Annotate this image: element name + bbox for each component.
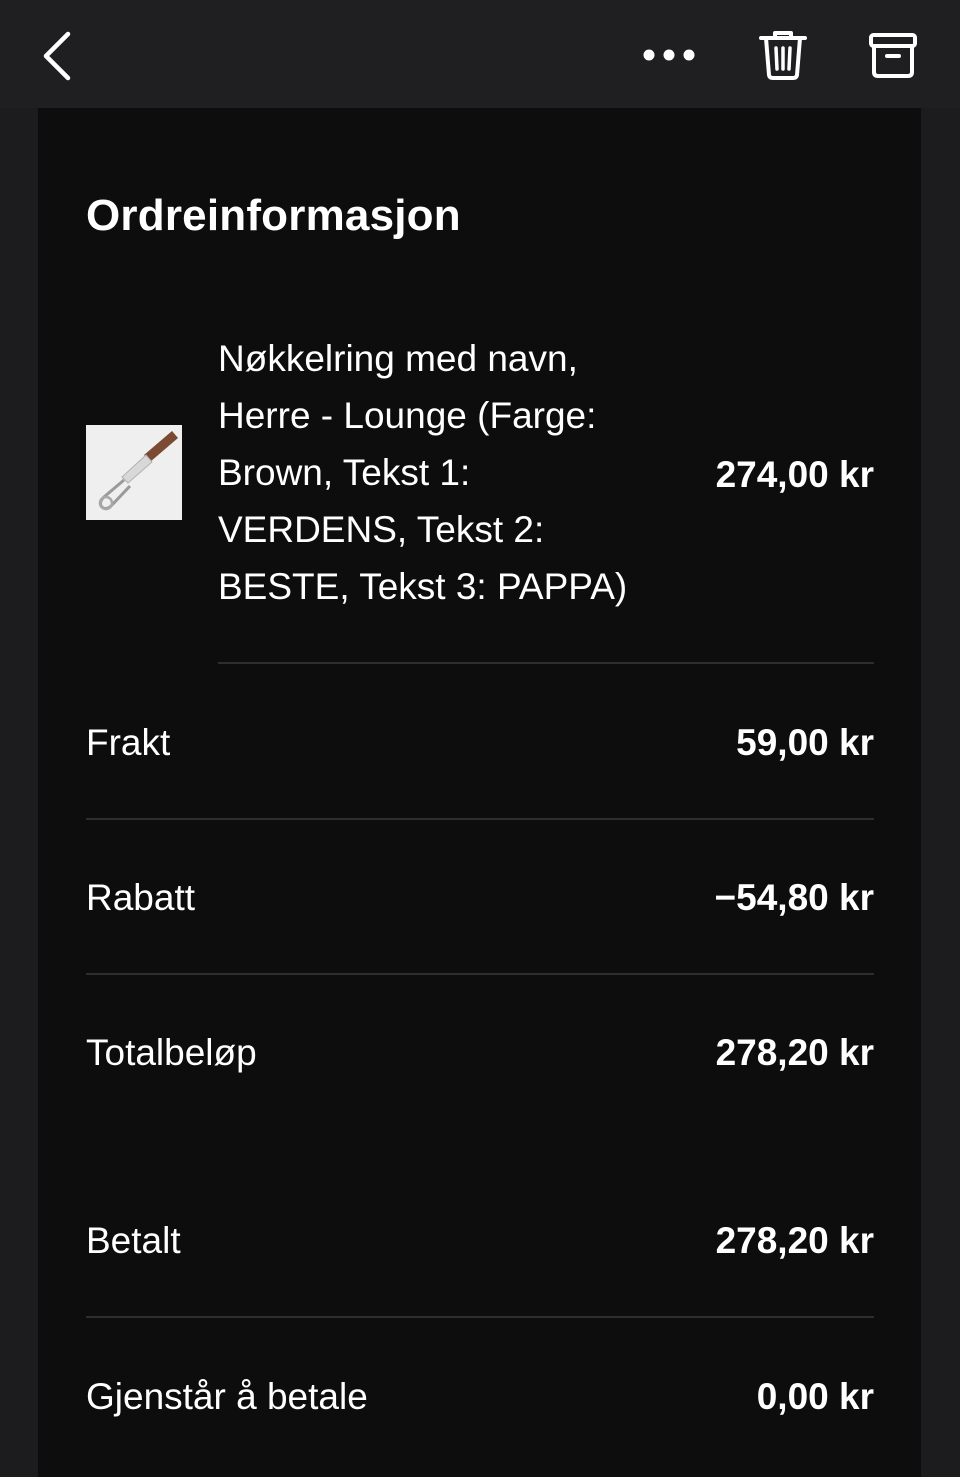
summary-row-paid: Betalt 278,20 kr: [86, 1216, 874, 1266]
order-title: Ordreinformasjon: [86, 191, 461, 240]
paid-label: Betalt: [86, 1220, 181, 1261]
chevron-left-icon[interactable]: [36, 28, 80, 84]
discount-value: −54,80 kr: [714, 877, 874, 918]
summary-row-remaining: Gjenstår å betale 0,00 kr: [86, 1372, 874, 1422]
product-name-line: VERDENS, Tekst 2:: [218, 509, 545, 550]
shipping-label: Frakt: [86, 722, 171, 763]
order-sheet: Ordreinformasjon Nøkkelring med navn, He…: [38, 108, 921, 1477]
product-name-line: Herre - Lounge (Farge:: [218, 395, 597, 436]
archive-box-icon[interactable]: [866, 30, 920, 80]
summary-row-discount: Rabatt −54,80 kr: [86, 873, 874, 923]
product-price: 274,00 kr: [715, 454, 874, 495]
product-name-line: BESTE, Tekst 3: PAPPA): [218, 566, 628, 607]
order-item[interactable]: Nøkkelring med navn, Herre - Lounge (Far…: [86, 330, 874, 620]
product-name: Nøkkelring med navn, Herre - Lounge (Far…: [218, 330, 658, 615]
remaining-label: Gjenstår å betale: [86, 1376, 368, 1417]
trash-icon[interactable]: [756, 28, 810, 82]
product-thumbnail[interactable]: [86, 425, 182, 520]
product-name-line: Nøkkelring med navn,: [218, 338, 578, 379]
total-value: 278,20 kr: [715, 1032, 874, 1073]
divider: [86, 818, 874, 820]
summary-row-total: Totalbeløp 278,20 kr: [86, 1028, 874, 1078]
summary-row-shipping: Frakt 59,00 kr: [86, 718, 874, 768]
paid-value: 278,20 kr: [715, 1220, 874, 1261]
divider: [86, 973, 874, 975]
shipping-value: 59,00 kr: [736, 722, 874, 763]
remaining-value: 0,00 kr: [756, 1376, 874, 1417]
top-toolbar: [0, 0, 960, 108]
divider: [86, 1316, 874, 1318]
total-label: Totalbeløp: [86, 1032, 257, 1073]
keychain-image: [86, 425, 182, 520]
divider: [218, 662, 874, 664]
product-name-line: Brown, Tekst 1:: [218, 452, 471, 493]
ellipsis-icon[interactable]: [640, 36, 700, 76]
discount-label: Rabatt: [86, 877, 196, 918]
